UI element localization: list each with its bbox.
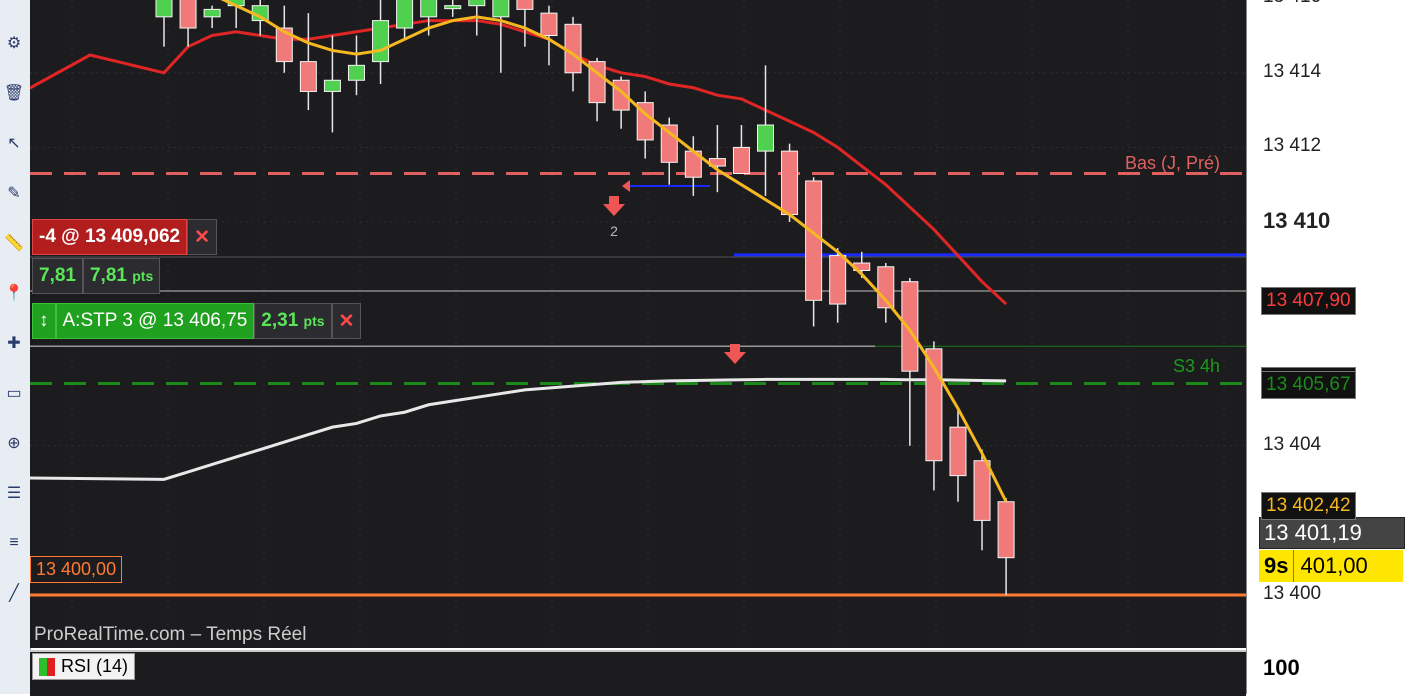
price-tag: 13 405,67 [1261, 370, 1356, 399]
s3-level-label: S3 4h [1172, 356, 1220, 376]
candle-body [444, 5, 462, 10]
stop-pnl-value: 2,31 [261, 310, 299, 331]
candle-body [372, 20, 390, 63]
candle-body [179, 0, 197, 29]
candle-body [997, 501, 1015, 559]
ma-long-line [30, 377, 1007, 481]
candle-timer: 9s [1259, 550, 1295, 582]
stop-pnl: 2,31 pts [254, 303, 332, 339]
current-price: 13 401,19 [1264, 520, 1362, 545]
candle-body [420, 0, 438, 18]
price-tag: 13 407,90 [1261, 287, 1356, 316]
candle-body [781, 150, 799, 216]
price-tick: 13 414 [1263, 60, 1322, 82]
candle-body [732, 146, 750, 175]
watermark: ProRealTime.com – Temps Réel [34, 624, 307, 645]
price-tick: 13 400 [1263, 583, 1322, 604]
stop-drag-arrow[interactable]: ↕ [32, 303, 56, 339]
ma-fast-line [220, 0, 1008, 503]
drawing-toolbar: ⚙ 🗑 ↖ ✎ 📏 📍 ✚ ▭ ⊕ ☰ ≡ ╱ [0, 0, 31, 694]
last-price-box: 9s 401,00 [1259, 550, 1403, 582]
rsi-tick: 100 [1263, 655, 1300, 680]
crosshair-icon[interactable]: ✚ [0, 330, 28, 356]
rect-icon[interactable]: ▭ [0, 380, 28, 406]
rsi-label: RSI (14) [32, 653, 136, 680]
candle-body [347, 64, 365, 81]
price-tick: 13 412 [1263, 135, 1322, 157]
rsi-panel[interactable]: RSI (14) [30, 650, 1246, 696]
stop-close-button[interactable]: ✕ [331, 303, 362, 339]
trash-icon[interactable]: 🗑 [0, 80, 28, 106]
candle-body [299, 61, 317, 92]
stop-pnl-unit: pts [303, 313, 325, 329]
bas-level-label: Bas (J, Pré) [1124, 153, 1220, 173]
pnl-points-value: 7,81 [89, 265, 127, 286]
candle-body [323, 79, 341, 92]
list-icon[interactable]: ☰ [0, 480, 28, 506]
pnl-unit: pts [132, 268, 154, 284]
candle-body [949, 426, 967, 477]
candle-body [973, 460, 991, 521]
order-qty-price[interactable]: -4 @ 13 409,062 [32, 219, 188, 255]
candle-body [468, 0, 486, 7]
price-tick: 13 404 [1263, 433, 1322, 455]
pnl-points: 7,81 pts [82, 258, 161, 294]
current-price-box: 13 401,19 [1259, 517, 1405, 549]
candle-body [540, 12, 558, 36]
candle-body [757, 124, 774, 152]
order-marker-icon [622, 180, 630, 192]
pencil-icon[interactable]: ✎ [0, 180, 28, 206]
pnl-value: 7,81 [32, 258, 83, 294]
fib-icon[interactable]: ≡ [0, 530, 28, 556]
candle-body [492, 0, 510, 18]
order-position-box[interactable]: -4 @ 13 409,062 ✕ [32, 219, 217, 255]
rsi-color-swatch-red [47, 657, 55, 676]
price-tick: 13 416 [1263, 0, 1321, 8]
price-line-label[interactable]: 13 400,00 [30, 556, 123, 583]
candle-body [564, 23, 582, 74]
order-close-button[interactable]: ✕ [187, 219, 217, 255]
stop-order-box[interactable]: ↕ A:STP 3 @ 13 406,75 2,31 pts ✕ [32, 303, 362, 339]
stop-order-text[interactable]: A:STP 3 @ 13 406,75 [55, 303, 255, 339]
candle-body [203, 8, 221, 18]
line-icon[interactable]: ╱ [0, 580, 28, 606]
last-price: 401,00 [1300, 553, 1368, 578]
sell-arrow-icon [603, 196, 625, 216]
candle-body [901, 281, 919, 372]
zoom-icon[interactable]: ⊕ [0, 430, 28, 456]
price-axis[interactable]: 13 401,19 9s 401,00 100 13 416 13 414 13 4… [1246, 0, 1406, 694]
settings-icon[interactable]: ⚙ [0, 30, 28, 56]
candle-body [805, 180, 823, 301]
price-chart[interactable]: 2 -4 @ 13 409,062 ✕ 7,81 7,81 pts ↕ A:ST… [30, 0, 1246, 648]
rsi-label-text: RSI (14) [61, 656, 129, 676]
sell-arrow-icon [724, 344, 746, 364]
candle-body [155, 0, 173, 18]
candle-body [829, 255, 847, 305]
pin-icon[interactable]: 📍 [0, 280, 28, 306]
rsi-color-swatch [39, 657, 47, 676]
order-pnl-box: 7,81 7,81 pts [32, 258, 161, 294]
price-tick: 13 410 [1263, 208, 1331, 233]
cursor-icon[interactable]: ↖ [0, 130, 28, 156]
price-tag: 13 402,42 [1261, 491, 1356, 520]
ruler-icon[interactable]: 📏 [0, 230, 28, 256]
ma-slow-line [30, 19, 1008, 306]
arrow-count-label: 2 [610, 223, 618, 239]
candle-body [516, 0, 534, 10]
candle-body [396, 0, 414, 29]
